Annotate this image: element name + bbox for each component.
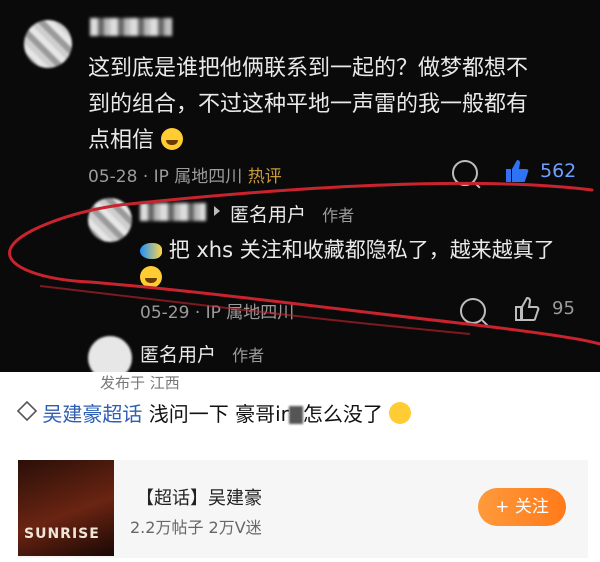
reply-meta: 05-29 · IP 属地四川 — [140, 298, 294, 323]
supertopic-cover-image: SUNRISE — [18, 460, 114, 556]
reply-text-line-1: 把 xhs 关注和收藏都隐私了，越来越真了 — [140, 234, 555, 264]
comment-location: IP 属地四川 — [153, 167, 243, 187]
crying-emoji-icon — [389, 402, 412, 424]
reply-header: 匿名用户 作者 — [230, 200, 354, 227]
follow-button[interactable]: + 关注 — [478, 488, 566, 526]
hot-comment-badge: 热评 — [247, 167, 282, 187]
meta-dot-2: · — [194, 303, 206, 323]
reply-date: 05-29 — [140, 303, 190, 323]
comment-meta: 05-28 · IP 属地四川 热评 — [88, 162, 282, 187]
supertopic-card[interactable]: SUNRISE 【超话】吴建豪 2.2万帖子 2万V迷 + 关注 — [18, 460, 588, 558]
reply-username[interactable]: 匿名用户 — [230, 204, 306, 226]
post-text-a: 浅问一下 豪哥ir — [148, 402, 289, 426]
diamond-topic-icon — [16, 400, 38, 422]
fish-emoji-icon — [140, 243, 162, 259]
comment-text-line-3: 点相信 — [88, 122, 184, 154]
meta-dot: · — [142, 167, 154, 187]
supertopic-stats: 2.2万帖子 2万V迷 — [130, 518, 262, 537]
reply2-avatar[interactable] — [88, 336, 132, 372]
post-text-b: 怎么没了 — [302, 402, 383, 426]
reply-avatar[interactable] — [88, 198, 132, 242]
topic-tag-link[interactable]: 吴建豪超话 — [42, 402, 142, 426]
thumbs-up-icon-2[interactable] — [514, 296, 540, 322]
author-tag: 作者 — [322, 206, 355, 225]
reply-like-count: 95 — [552, 298, 575, 319]
post-location: 发布于 江西 — [100, 374, 180, 392]
comment-text-line-1: 这到底是谁把他俩联系到一起的？做梦都想不 — [88, 56, 529, 81]
reply-comment-icon-2[interactable] — [460, 298, 486, 324]
laughing-emoji-icon-2 — [140, 266, 162, 288]
reply-text-line-2 — [140, 266, 162, 289]
reply-arrow-icon — [214, 206, 220, 216]
cover-text: SUNRISE — [24, 526, 100, 542]
commenter-name-redacted — [90, 18, 172, 36]
laughing-emoji-icon — [161, 128, 184, 150]
redacted-block — [288, 406, 303, 424]
reply-name-redacted — [140, 203, 206, 221]
like-count: 562 — [540, 160, 577, 182]
reply-comment-icon[interactable] — [452, 160, 478, 186]
comment-text-line-3-text: 点相信 — [88, 128, 155, 153]
reply-text: 把 xhs 关注和收藏都隐私了，越来越真了 — [168, 238, 555, 262]
reply2-header: 匿名用户 作者 — [140, 340, 264, 367]
reply2-username[interactable]: 匿名用户 — [140, 344, 216, 366]
post-text: 吴建豪超话 浅问一下 豪哥ir 怎么没了 — [16, 398, 412, 427]
reply2-author-tag: 作者 — [232, 346, 265, 365]
reply-location: IP 属地四川 — [205, 303, 295, 323]
dark-comment-screenshot: 这到底是谁把他俩联系到一起的？做梦都想不 到的组合，不过这种平地一声雷的我一般都… — [0, 0, 600, 372]
comment-date: 05-28 — [88, 167, 138, 187]
supertopic-title: 【超话】吴建豪 — [136, 488, 262, 509]
thumbs-up-icon[interactable] — [504, 158, 530, 184]
comment-text-line-2: 到的组合，不过这种平地一声雷的我一般都有 — [88, 92, 529, 117]
commenter-avatar[interactable] — [24, 20, 72, 68]
